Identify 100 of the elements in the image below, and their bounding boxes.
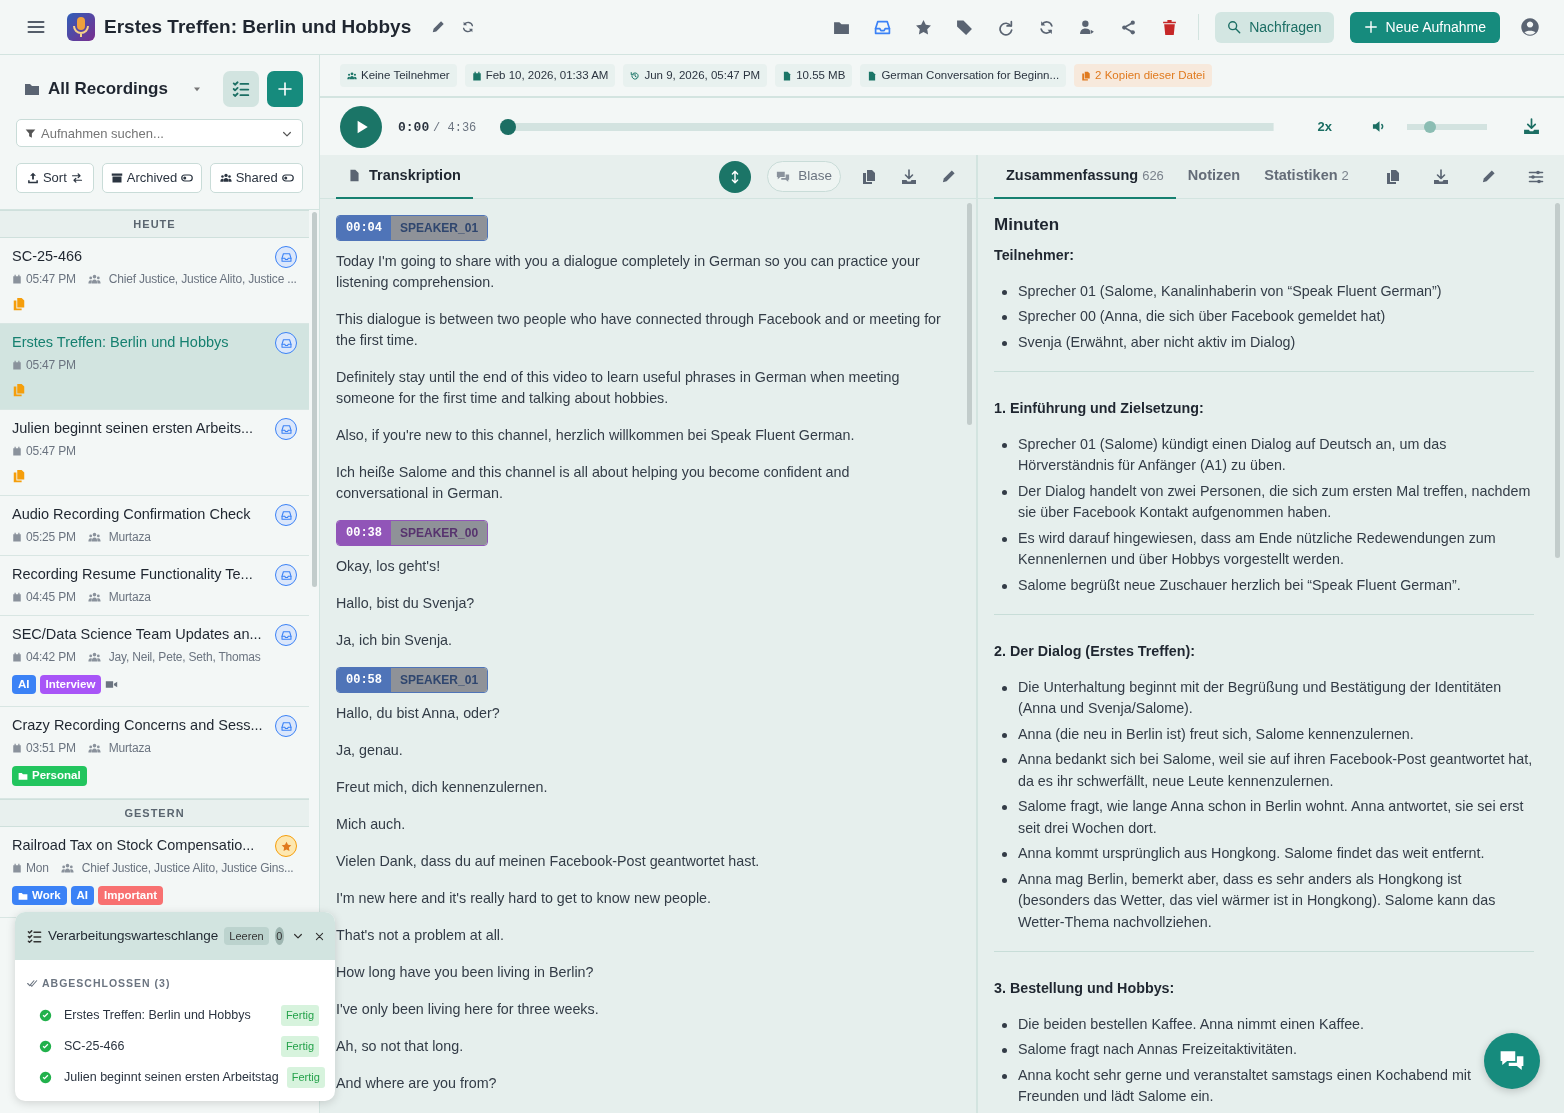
participants: Murtaza bbox=[108, 529, 151, 546]
section-heading: 2. Der Dialog (Erstes Treffen): bbox=[994, 642, 1196, 662]
section-heading: 3. Bestellung und Hobbys: bbox=[994, 979, 1176, 999]
status-label: Fertig bbox=[280, 1005, 319, 1026]
summary-bullet: Salome fragt, wie lange Anna schon in Berlin wohnt. Anna antwortet, sie sei erst seit drei Wochen dort. bbox=[1018, 797, 1525, 838]
recording-item[interactable]: Audio Recording Confirmation Check 05:25 PM Murtaza bbox=[0, 496, 309, 556]
recording-title: Audio Recording Confirmation Check bbox=[12, 505, 251, 525]
summary-bullet: Die beiden bestellen Kaffee. Anna nimmt einen Kaffee. bbox=[1018, 1014, 1364, 1034]
transcript-line: That's not a problem at all. bbox=[336, 926, 506, 945]
speaker-tag[interactable]: 00:04 SPEAKER_01 bbox=[336, 215, 489, 241]
speaker-tag[interactable]: 00:38 SPEAKER_00 bbox=[336, 520, 489, 546]
timestamp: 00:58 bbox=[337, 668, 391, 692]
recording-item[interactable]: Crazy Recording Concerns and Sess... 03:51 PM Murtaza Personal bbox=[0, 707, 309, 799]
recording-item[interactable]: SEC/Data Science Team Updates an... 04:42 PM Jay, Neil, Pete, Seth, Thomas AI Interview bbox=[0, 616, 309, 708]
timestamp: 00:38 bbox=[337, 521, 391, 545]
transcript-line: Hallo, bist du Svenja? bbox=[336, 594, 476, 613]
bubble-view-button[interactable]: Blase bbox=[767, 161, 841, 192]
summary-heading: Minuten bbox=[994, 215, 1061, 236]
recording-title: Crazy Recording Concerns and Sess... bbox=[12, 716, 263, 736]
section-heading: Teilnehmer: bbox=[994, 246, 1075, 266]
recording-title: SEC/Data Science Team Updates an... bbox=[12, 625, 262, 645]
transcript-line: Freut mich, dich kennenzulernen. bbox=[336, 778, 549, 797]
tag: AI bbox=[12, 675, 36, 695]
recording-time: 05:47 PM bbox=[26, 443, 76, 460]
status-label: Fertig bbox=[280, 1036, 319, 1057]
meta-chip: German Conversation for Beginn... bbox=[860, 63, 1067, 88]
summary-bullet: Die Unterhaltung beginnt mit der Begrüßung und Bestätigung der Identitäten (Anna und Svenja/Salome). bbox=[1018, 677, 1503, 719]
tag: Personal bbox=[12, 766, 87, 786]
recording-item[interactable]: Recording Resume Functionality Te... 04:45 PM Murtaza bbox=[0, 556, 309, 616]
summary-bullet: Anna bedankt sich bei Salome, weil sie auf ihren Facebook-Post geantwortet hat, da es ihr schwerfällt, neue Leute kennenzulernen. bbox=[1018, 750, 1534, 791]
meta-chip: Feb 10, 2026, 01:33 AM bbox=[464, 63, 616, 88]
status-label: Fertig bbox=[286, 1067, 325, 1088]
recording-item[interactable]: Julien beginnt seinen ersten Arbeits... 05:47 PM bbox=[0, 410, 309, 496]
recording-title: Railroad Tax on Stock Compensatio... bbox=[12, 836, 255, 856]
recording-time: 04:42 PM bbox=[26, 649, 76, 666]
transcript-line: How long have you been living in Berlin? bbox=[336, 963, 595, 982]
duration: / 4:36 bbox=[433, 120, 477, 135]
transcript-line: And where are you from? bbox=[336, 1074, 498, 1093]
filter-toggle[interactable]: Archived bbox=[101, 163, 203, 193]
summary-bullet: Anna kocht sehr gerne und veranstaltet samstags einen Kochabend mit Freunden und lädt Salome ein. bbox=[1018, 1065, 1472, 1107]
participants: Chief Justice, Justice Alito, Justice ... bbox=[108, 271, 297, 288]
transcript-line: Ich heiße Salome and this channel is all about helping you become confident and conversational in German. bbox=[336, 463, 851, 503]
group-header: GESTERN bbox=[0, 798, 309, 827]
transcript-line: Ja, genau. bbox=[336, 741, 404, 760]
recording-item[interactable]: Erstes Treffen: Berlin und Hobbys 05:47 PM bbox=[0, 324, 309, 410]
ask-button[interactable]: Nachfragen bbox=[1215, 11, 1334, 43]
recording-time: 05:47 PM bbox=[26, 271, 76, 288]
queue-title: Verarbeitungswarteschlange bbox=[48, 926, 219, 945]
speaker-label: SPEAKER_01 bbox=[391, 668, 488, 692]
current-time: 0:00 bbox=[398, 119, 430, 135]
new-recording-button[interactable]: Neue Aufnahme bbox=[1349, 11, 1500, 43]
sort-button[interactable]: Sort bbox=[16, 163, 94, 193]
summary-bullet: Svenja (Erwähnt, aber nicht aktiv im Dialog) bbox=[1018, 332, 1296, 352]
transcript-line: Also, if you're new to this channel, herzlich willkommen bei Speak Fluent German. bbox=[336, 426, 856, 445]
search-field[interactable]: Aufnahmen suchen... bbox=[16, 119, 303, 147]
participants: Murtaza bbox=[108, 589, 151, 606]
transcript-line: Hallo, du bist Anna, oder? bbox=[336, 704, 501, 723]
section-label: ABGESCHLOSSEN (3) bbox=[42, 976, 171, 991]
filter-toggle[interactable]: Shared bbox=[210, 163, 303, 193]
speaker-label: SPEAKER_01 bbox=[391, 216, 488, 240]
summary-bullet: Anna (die neu in Berlin ist) freut sich, Salome kennenzulernen. bbox=[1018, 724, 1414, 744]
summary-bullet: Es wird darauf hingewiesen, dass am Ende nützliche Redewendungen zum Kennenlernen und über Hobbys vorgestellt werden. bbox=[1018, 528, 1497, 570]
tag: Work bbox=[12, 886, 67, 906]
recording-time: 03:51 PM bbox=[26, 740, 76, 758]
transcript-line: Okay, los geht's! bbox=[336, 557, 442, 576]
speed-button[interactable]: 2x bbox=[1313, 116, 1336, 137]
participants: Jay, Neil, Pete, Seth, Thomas bbox=[108, 649, 261, 666]
meta-chip: Keine Teilnehmer bbox=[340, 63, 457, 88]
tag: Interview bbox=[39, 675, 102, 695]
recording-title: Julien beginnt seinen ersten Arbeits... bbox=[12, 419, 253, 439]
summary-bullet: Sprecher 00 (Anna, die sich über Facebook gemeldet hat) bbox=[1018, 307, 1386, 327]
tab[interactable]: Notizen bbox=[1175, 154, 1253, 199]
recording-title: SC-25-466 bbox=[12, 247, 83, 267]
participants: Chief Justice, Justice Alito, Justice Gins... bbox=[81, 860, 294, 877]
transcript-line: Definitely stay until the end of this video to learn useful phrases in German when meeting someone for the first time and talking about hobbies. bbox=[336, 368, 901, 408]
recording-time: 04:45 PM bbox=[26, 589, 76, 606]
summary-bullet: Der Dialog handelt von zwei Personen, die sich zum ersten Mal treffen, nachdem sie über Facebook Kontakt aufgenommen haben. bbox=[1018, 481, 1532, 523]
recording-time: Mon bbox=[26, 860, 49, 877]
summary-bullet: Sprecher 01 (Salome) kündigt einen Dialog auf Deutsch an, um das Hörverständnis für Anfänger (A1) zu üben. bbox=[1018, 434, 1448, 476]
participants: Murtaza bbox=[108, 740, 151, 758]
speaker-label: SPEAKER_00 bbox=[391, 521, 488, 545]
queue-item: Julien beginnt seinen ersten Arbeitstag bbox=[64, 1068, 279, 1086]
timestamp: 00:04 bbox=[337, 216, 391, 240]
summary-bullet: Sprecher 01 (Salome, Kanalinhaberin von “Speak Fluent German”) bbox=[1018, 281, 1442, 301]
tab[interactable]: Statistiken 2 bbox=[1252, 154, 1361, 199]
transcript-line: This dialogue is between two people who have connected through Facebook and or meeting for the first time. bbox=[336, 310, 942, 350]
queue-item: SC-25-466 bbox=[64, 1037, 125, 1055]
summary-bullet: Anna kommt ursprünglich aus Hongkong. Salome findet das weit entfernt. bbox=[1018, 844, 1485, 864]
recording-time: 05:25 PM bbox=[26, 529, 76, 546]
transcript-line: Ah, so not that long. bbox=[336, 1037, 465, 1056]
recording-title: Erstes Treffen: Berlin und Hobbys bbox=[12, 333, 229, 353]
meta-chip: Jun 9, 2026, 05:47 PM bbox=[623, 63, 768, 88]
queue-count: 0 bbox=[274, 927, 284, 945]
speaker-tag[interactable]: 00:58 SPEAKER_01 bbox=[336, 667, 489, 693]
recording-time: 05:47 PM bbox=[26, 357, 76, 374]
recording-title: Erstes Treffen: Berlin und Hobbys bbox=[104, 15, 412, 39]
clear-button[interactable]: Leeren bbox=[224, 926, 269, 946]
tag: Important bbox=[98, 886, 164, 906]
transcript-line: I'm new here and it's really hard to get to know new people. bbox=[336, 889, 712, 908]
summary-bullet: Salome fragt nach Annas Freizeitaktivitäten. bbox=[1018, 1040, 1297, 1060]
